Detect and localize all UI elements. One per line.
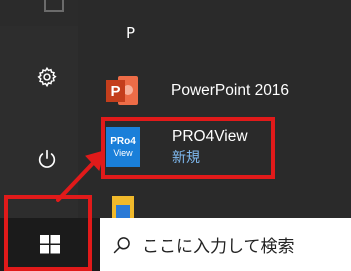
app-label: PowerPoint 2016 (171, 82, 290, 99)
search-icon (113, 236, 130, 253)
annotation-start-box (4, 195, 92, 271)
gear-icon[interactable] (36, 66, 58, 88)
search-input[interactable]: ここに入力して検索 (142, 232, 295, 257)
powerpoint-icon: P (106, 76, 139, 106)
group-header-letter[interactable]: P (126, 24, 135, 42)
annotation-highlight-box (101, 117, 275, 179)
top-rail-icon[interactable] (0, 0, 78, 26)
start-menu-left-rail (0, 0, 78, 218)
app-icon-partial (116, 205, 130, 218)
taskbar-search-box[interactable]: ここに入力して検索 (100, 218, 351, 271)
start-menu-app-list (78, 0, 351, 218)
power-icon[interactable] (36, 148, 58, 170)
app-item-powerpoint[interactable]: P PowerPoint 2016 (106, 74, 289, 108)
